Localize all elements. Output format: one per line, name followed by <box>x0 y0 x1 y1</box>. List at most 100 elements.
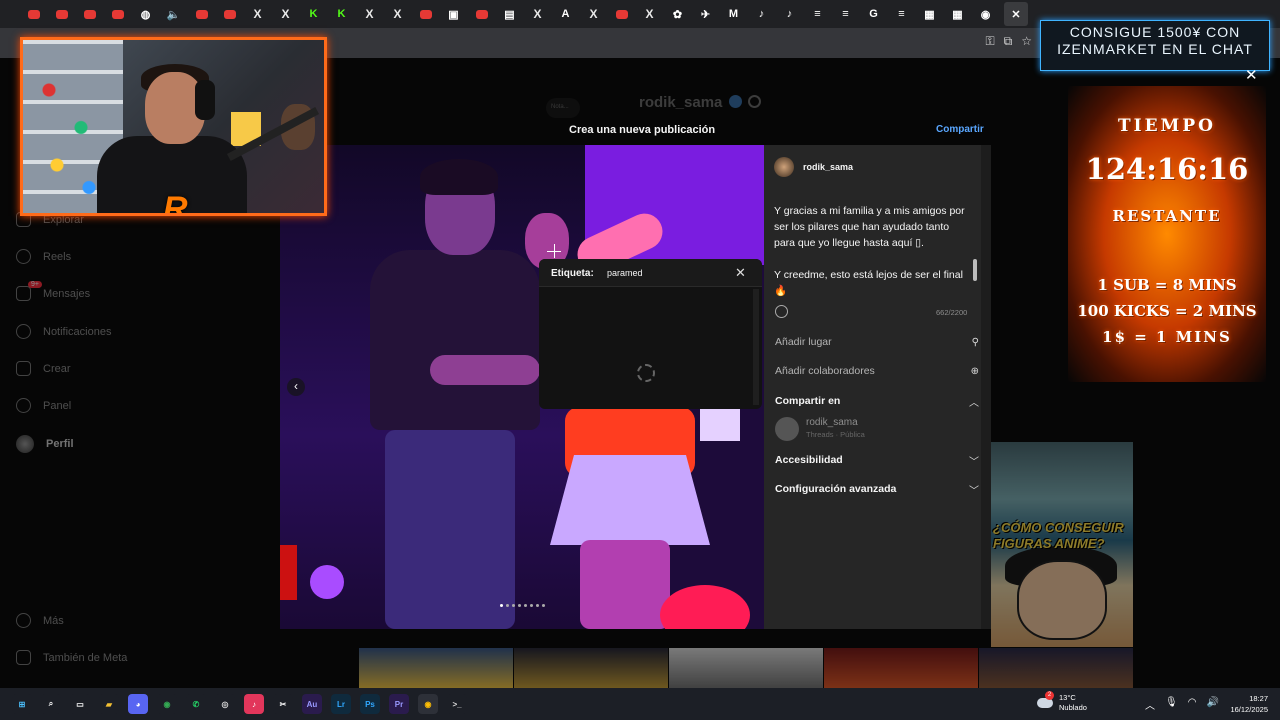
browser-tab-youtube-icon[interactable] <box>52 5 71 24</box>
browser-tab-speaker-icon[interactable]: 🔈 <box>164 5 183 24</box>
chevron-down-icon: ﹀ <box>969 485 979 497</box>
browser-tab-close-icon[interactable]: ✕ <box>1004 2 1028 26</box>
windows-taskbar: ⊞ ⌕ ▭ ▰ ◕ ◉ ✆ ◎ ♪ ✂ Au Lr Ps Pr ◉ >_ 2 13°C Nublado ︿ 🎙… <box>0 688 1280 720</box>
photo-stage-ball <box>310 565 344 599</box>
threads-visibility: Threads · Pública <box>806 430 865 439</box>
tag-label: Etiqueta: <box>551 268 594 279</box>
photo-stage-light <box>700 407 740 441</box>
browser-tab-x-icon[interactable]: X <box>388 5 407 24</box>
chrome-icon[interactable]: ◉ <box>418 694 438 714</box>
key-icon[interactable]: ⚿ <box>986 34 995 49</box>
premiere-icon[interactable]: Pr <box>389 694 409 714</box>
app-icon: ✿ <box>672 8 683 21</box>
tiktok-icon: ♪ <box>786 8 793 20</box>
browser-tab-tiktok-icon[interactable]: ♪ <box>780 5 799 24</box>
capcut-icon[interactable]: ✂ <box>273 694 293 714</box>
terminal-icon[interactable]: >_ <box>447 694 467 714</box>
timer-remaining-label: RESTANTE <box>1112 207 1222 225</box>
weather-temperature: 13°C <box>1059 693 1076 702</box>
browser-tab-youtube-icon[interactable] <box>192 5 211 24</box>
sponsor-line: IZENMARKET EN EL CHAT <box>1057 41 1253 57</box>
browser-tab-x-icon[interactable]: X <box>528 5 547 24</box>
carousel-dot <box>536 604 539 607</box>
extension-icon[interactable]: ⧉ <box>1004 34 1013 49</box>
browser-tab-app-icon[interactable]: ▤ <box>500 5 519 24</box>
file-explorer-icon[interactable]: ▰ <box>99 694 119 714</box>
browser-tab-youtube-icon[interactable] <box>416 5 435 24</box>
obs-icon[interactable]: ◎ <box>215 694 235 714</box>
browser-tab-tiktok-icon[interactable]: ♪ <box>752 5 771 24</box>
tag-results-scrollbar[interactable] <box>753 289 759 405</box>
scrollbar-thumb[interactable] <box>973 259 977 281</box>
advanced-settings-row[interactable]: Configuración avanzada ﹀ <box>764 475 991 503</box>
browser-tab-sheets-icon[interactable]: ▦ <box>948 5 967 24</box>
share-button[interactable]: Compartir <box>936 124 984 135</box>
wifi-icon[interactable]: ◠ <box>1188 697 1197 712</box>
browser-tab-app-icon[interactable]: ✿ <box>668 5 687 24</box>
tiktok-icon[interactable]: ♪ <box>244 694 264 714</box>
chrome-icon[interactable]: ◉ <box>157 694 177 714</box>
browser-tab-steam-icon[interactable]: ✈ <box>696 5 715 24</box>
close-icon[interactable]: ✕ <box>735 265 746 281</box>
browser-tab-x-icon[interactable]: X <box>276 5 295 24</box>
sponsor-banner: CONSIGUE 1500¥ CON IZENMARKET EN EL CHAT <box>1040 20 1270 71</box>
browser-tab-x-icon[interactable]: X <box>640 5 659 24</box>
browser-tab-font-icon[interactable]: A <box>556 5 575 24</box>
browser-tab-docs-icon[interactable]: ≡ <box>836 5 855 24</box>
browser-tab-globe-icon[interactable]: ◍ <box>136 5 155 24</box>
search-icon[interactable]: ⌕ <box>41 694 61 714</box>
microphone-icon[interactable]: 🎙 <box>1165 697 1178 712</box>
modal-title: Crea una nueva publicación <box>569 124 716 136</box>
system-tray: ︿ 🎙 ◠ 🔊 <box>1145 697 1219 712</box>
accessibility-row[interactable]: Accesibilidad ﹀ <box>764 446 991 474</box>
photoshop-icon[interactable]: Ps <box>360 694 380 714</box>
caption-textarea[interactable]: Y gracias a mi familia y a mis amigos po… <box>774 203 966 299</box>
add-person-icon: ⊕ <box>970 365 979 377</box>
threads-username: rodik_sama <box>806 417 858 428</box>
advanced-settings-label: Configuración avanzada <box>775 483 897 495</box>
share-in-row[interactable]: Compartir en ︿ <box>764 387 991 415</box>
previous-photo-button[interactable]: ‹ <box>287 378 305 396</box>
browser-tab-sheets-icon[interactable]: ▦ <box>920 5 939 24</box>
add-collaborators-row[interactable]: Añadir colaboradores ⊕ <box>764 357 991 385</box>
tag-search-input[interactable] <box>607 266 727 280</box>
browser-tab-docs-icon[interactable]: ≡ <box>808 5 827 24</box>
browser-tab-youtube-icon[interactable] <box>220 5 239 24</box>
close-icon[interactable]: ✕ <box>1245 66 1258 84</box>
windows-start-icon[interactable]: ⊞ <box>12 694 32 714</box>
bookmark-star-icon[interactable]: ☆ <box>1021 34 1032 49</box>
add-location-row[interactable]: Añadir lugar ⚲ <box>764 328 991 356</box>
browser-tab-kick-icon[interactable]: K <box>332 5 351 24</box>
task-view-icon[interactable]: ▭ <box>70 694 90 714</box>
browser-tab-x-icon[interactable]: X <box>360 5 379 24</box>
modal-scrollbar[interactable] <box>981 145 991 629</box>
emoji-icon[interactable] <box>775 305 788 318</box>
whatsapp-icon[interactable]: ✆ <box>186 694 206 714</box>
discord-icon[interactable]: ◕ <box>128 694 148 714</box>
photo-man-body <box>370 250 540 430</box>
browser-tab-x-icon[interactable]: X <box>584 5 603 24</box>
browser-tab-kick-icon[interactable]: K <box>304 5 323 24</box>
browser-tab-app-icon[interactable]: ▣ <box>444 5 463 24</box>
volume-icon[interactable]: 🔊 <box>1206 697 1218 712</box>
browser-tab-google-icon[interactable]: G <box>864 5 883 24</box>
share-in-label: Compartir en <box>775 395 841 407</box>
youtube-icon <box>419 9 432 19</box>
system-clock[interactable]: 18:27 16/12/2025 <box>1226 693 1268 715</box>
lightroom-icon[interactable]: Lr <box>331 694 351 714</box>
browser-tab-youtube-icon[interactable] <box>108 5 127 24</box>
chevron-up-icon[interactable]: ︿ <box>1145 697 1155 712</box>
browser-tab-x-icon[interactable]: X <box>248 5 267 24</box>
caption-scrollbar[interactable] <box>972 187 978 297</box>
weather-widget[interactable]: 2 13°C Nublado <box>1037 691 1087 713</box>
browser-tab-youtube-icon[interactable] <box>612 5 631 24</box>
threads-share-account[interactable]: rodik_sama Threads · Pública <box>775 417 865 441</box>
browser-tab-youtube-icon[interactable] <box>472 5 491 24</box>
x-icon: X <box>645 7 654 21</box>
browser-tab-docs-icon[interactable]: ≡ <box>892 5 911 24</box>
browser-tab-gmail-icon[interactable]: M <box>724 5 743 24</box>
browser-tab-youtube-icon[interactable] <box>24 5 43 24</box>
browser-tab-app-icon[interactable]: ◉ <box>976 5 995 24</box>
browser-tab-youtube-icon[interactable] <box>80 5 99 24</box>
audition-icon[interactable]: Au <box>302 694 322 714</box>
